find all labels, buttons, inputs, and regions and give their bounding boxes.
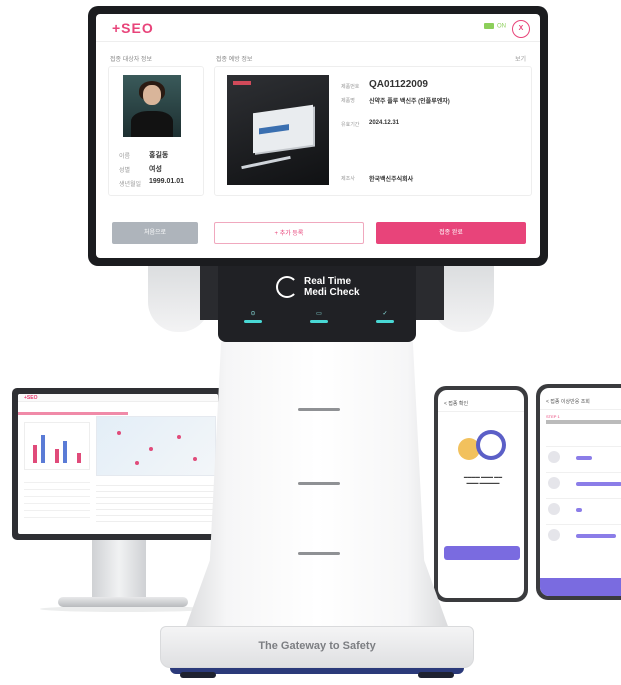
person-gender-row: 성별 여성 [119,166,162,174]
detail-link[interactable]: 보기 [515,54,526,63]
kiosk-header: +SEO ON X [96,14,540,42]
phone-left: < 접종 확인 ▬▬▬▬ ▬▬▬ ▬▬ ▬▬▬ ▬▬▬▬▬ [434,386,528,602]
app-logo: +SEO [112,20,154,36]
product-maker-key: 제조사 [341,176,355,182]
brand-line-2: Medi Check [304,287,360,298]
product-photo [227,75,329,185]
confirm-button[interactable]: 접종 완료 [376,222,526,244]
product-card: 제품번호 QA01122009 제품명 신약주 플루 백신주 (인플루엔자) 유… [214,66,532,196]
symptom-row[interactable] [546,472,621,494]
indicator-check: ✓ [376,310,394,323]
vaccine-illustration [458,430,508,466]
person-birth: 1999.01.01 [149,178,185,185]
kiosk-screen: +SEO ON X 접종 대상자 정보 접종 예방 정보 보기 이름 홍길동 성… [96,14,540,258]
product-code-key: 제품번호 [341,84,360,90]
person-card: 이름 홍길동 성별 여성 생년월일 1999.01.01 [108,66,204,196]
kiosk-arm-inner-right [416,262,444,320]
symptom-row[interactable] [546,446,621,468]
cancel-button[interactable]: 처음으로 [112,222,198,244]
kiosk-brand: Real Time Medi Check [276,276,360,298]
monitor-bar-chart [24,422,90,470]
person-section-title: 접종 대상자 정보 [110,57,152,63]
phone-left-message: ▬▬▬▬ ▬▬▬ ▬▬ ▬▬▬ ▬▬▬▬▬ [463,474,503,485]
kiosk-foot [418,672,454,678]
check-icon: ✓ [382,311,388,317]
add-register-button[interactable]: + 추가 등록 [214,222,364,244]
product-name: 신약주 플루 백신주 (인플루엔자) [369,99,450,105]
kiosk-display: +SEO ON X 접종 대상자 정보 접종 예방 정보 보기 이름 홍길동 성… [88,6,548,266]
kiosk-slot [298,408,340,411]
scan-icon: ⊙ [250,311,256,317]
kiosk-foot [180,672,216,678]
indicator-scan: ⊙ [244,310,262,323]
monitor-stand-neck [92,540,146,600]
person-name: 홍길동 [149,152,169,159]
monitor-accent-bar [18,412,128,415]
product-name-key: 제품명 [341,98,355,104]
product-maker: 한국백신주식회사 [369,177,414,183]
brand-logo-icon [276,276,298,298]
battery-status: ON [484,23,506,30]
person-gender: 여성 [149,166,162,173]
monitor-screen: +SEO [18,394,218,534]
symptom-row[interactable] [546,524,621,546]
phone-left-button[interactable] [444,546,520,560]
phone-left-title: < 접종 확인 [438,390,524,412]
kiosk-slot [298,552,340,555]
phone-right-submit-button[interactable] [540,578,621,596]
close-button[interactable]: X [512,20,530,38]
monitor-stand-base [58,597,188,607]
product-date-key: 유효기간 [341,122,360,128]
card-icon: ▭ [316,311,322,317]
person-name-row: 이름 홍길동 [119,152,169,160]
kiosk-indicators: ⊙ ▭ ✓ [244,310,394,323]
monitor-map [96,416,216,476]
brand-line-1: Real Time [304,276,352,287]
monitor-table [96,480,216,526]
product-code: QA01122009 [369,79,428,90]
person-birth-row: 생년월일 1999.01.01 [119,178,185,188]
indicator-card: ▭ [310,310,328,323]
phone-right-step: STEP 1 [546,414,560,419]
person-photo [123,75,181,137]
kiosk-tagline: The Gateway to Safety [258,640,376,652]
symptom-row[interactable] [546,498,621,520]
monitor-header: +SEO [18,394,218,402]
phone-right-question [546,420,621,424]
desktop-monitor: +SEO [12,388,224,540]
phone-right-title: < 접종 이상반응 조회 [540,388,621,410]
monitor-logo: +SEO [24,394,38,401]
phone-left-screen: < 접종 확인 ▬▬▬▬ ▬▬▬ ▬▬ ▬▬▬ ▬▬▬▬▬ [438,390,524,598]
kiosk-control-panel [218,262,416,342]
phone-right-screen: < 접종 이상반응 조회 STEP 1 [540,388,621,596]
kiosk-slot [298,482,340,485]
product-expiry: 2024.12.31 [369,120,400,126]
monitor-list [24,476,90,526]
phone-right: < 접종 이상반응 조회 STEP 1 [536,384,621,600]
product-section-title: 접종 예방 정보 [216,57,253,63]
